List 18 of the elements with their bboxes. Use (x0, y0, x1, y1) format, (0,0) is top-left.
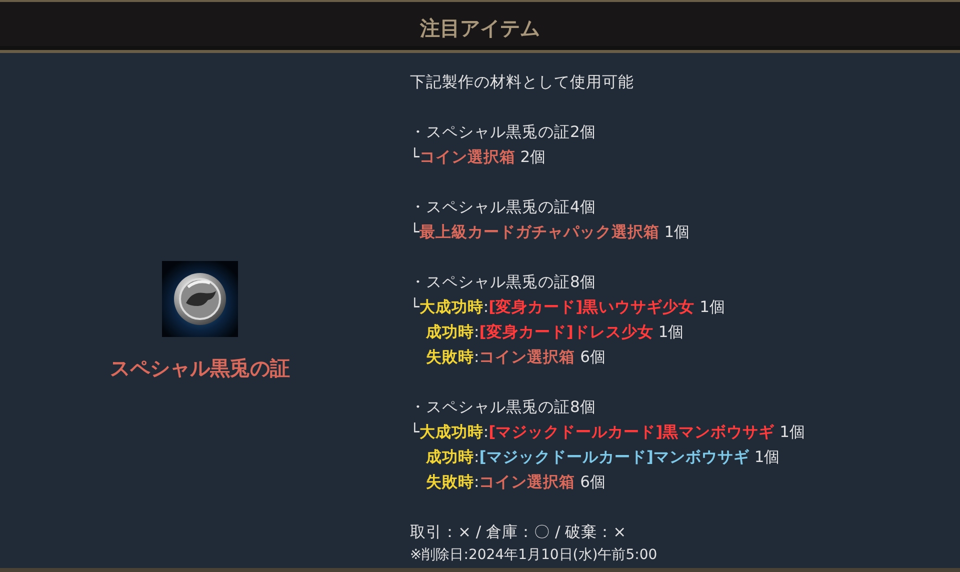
recipe-requirement: ・スペシャル黒兎の証2個 (410, 122, 597, 143)
recipe-result: └大成功時:[マジックドールカード]黒マンボウサギ 1個 (410, 422, 806, 443)
item-name: スペシャル黒兎の証 (110, 355, 290, 382)
recipe-requirement: ・スペシャル黒兎の証8個 (410, 397, 597, 418)
coin-icon (162, 261, 238, 337)
recipe-result: 成功時:[マジックドールカード]マンボウサギ 1個 (424, 447, 782, 468)
recipe-result: 成功時:[変身カード]ドレス少女 1個 (424, 322, 686, 343)
recipe-requirement: ・スペシャル黒兎の証8個 (410, 272, 597, 293)
deletion-date: ※削除日:2024年1月10日(水)午前5:00 (410, 546, 658, 565)
recipe-result: └最上級カードガチャパック選択箱 1個 (410, 222, 692, 243)
recipe-result: └コイン選択箱 2個 (410, 146, 548, 168)
recipe-result: 失敗時:コイン選択箱 6個 (425, 347, 608, 368)
description-text: 下記製作の材料として使用可能 (410, 72, 635, 93)
trade-info: 取引：× / 倉庫：〇 / 破棄：× (410, 522, 628, 543)
recipe-requirement: ・スペシャル黒兎の証4個 (410, 197, 597, 218)
recipe-result: 失敗時:コイン選択箱 6個 (425, 472, 608, 493)
recipe-result: └大成功時:[変身カード]黒いウサギ少女 1個 (410, 296, 727, 318)
section-title: 注目アイテム (420, 14, 540, 42)
